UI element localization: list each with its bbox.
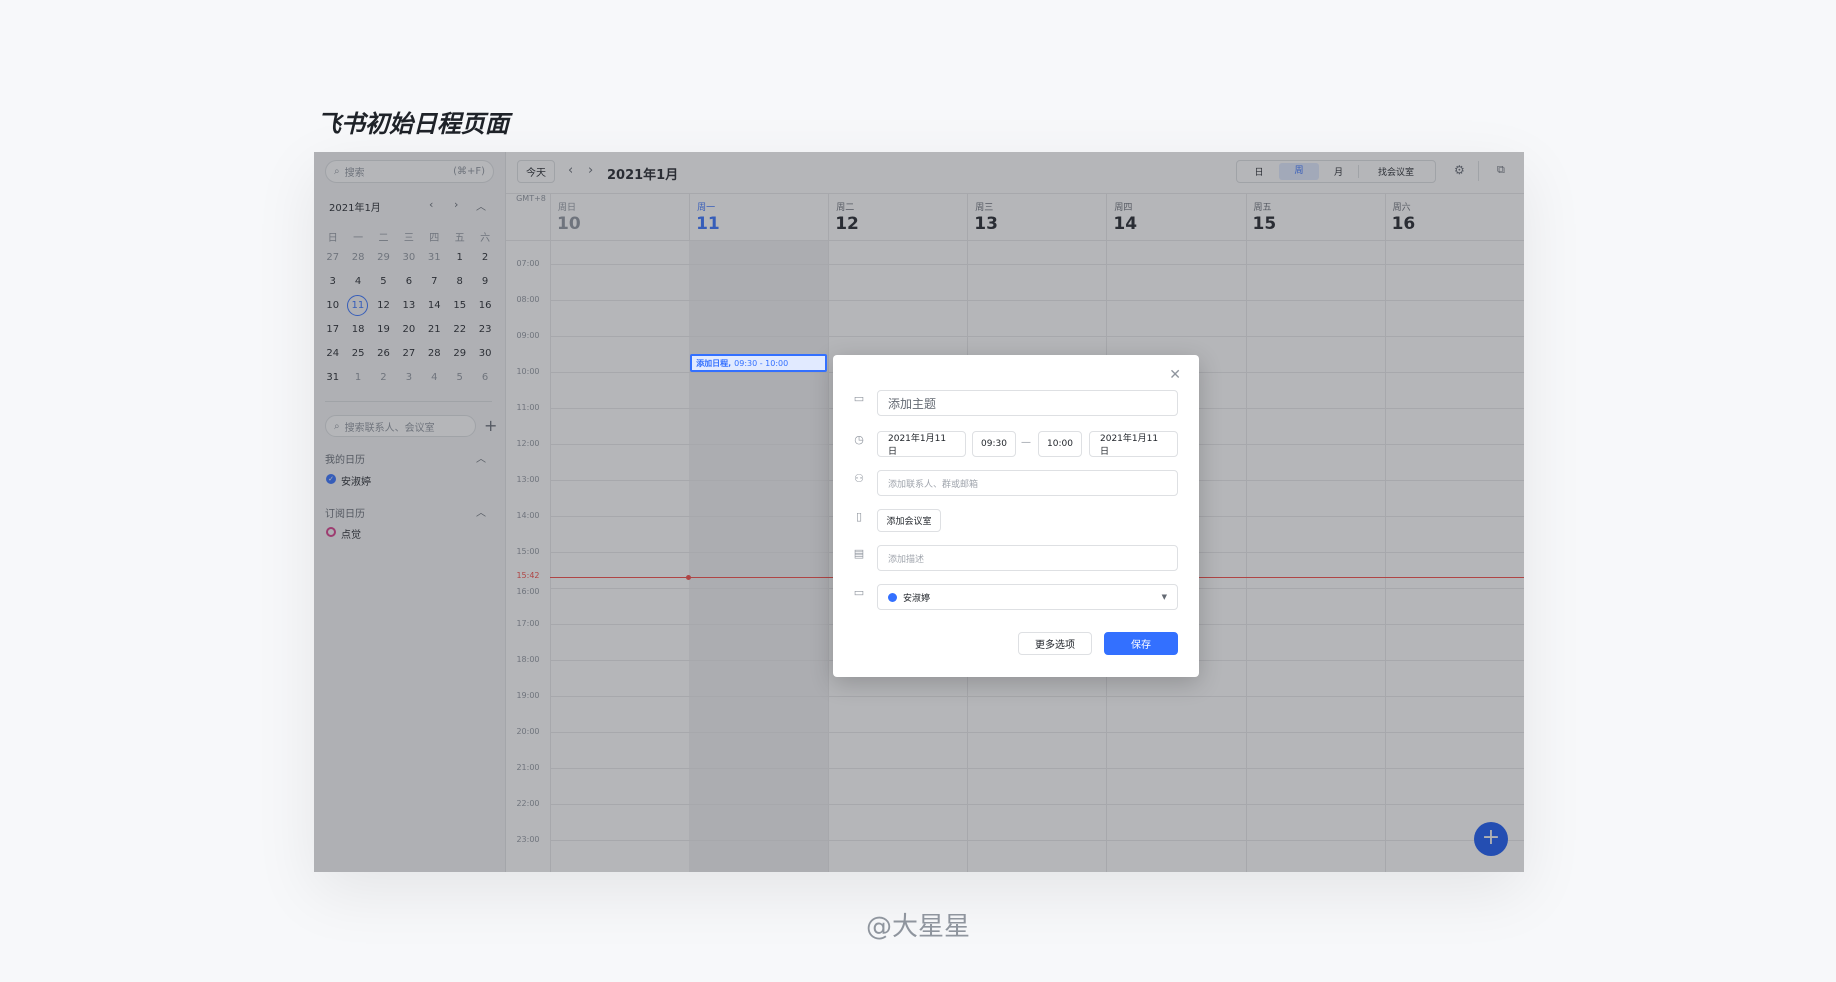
clock-icon: ◷ xyxy=(854,433,864,446)
meeting-room-icon: ▯ xyxy=(855,510,863,523)
start-time-input[interactable]: 09:30 xyxy=(972,431,1016,457)
save-button[interactable]: 保存 xyxy=(1104,632,1178,655)
subject-icon: ▭ xyxy=(853,392,865,405)
subject-input[interactable]: 添加主题 xyxy=(877,390,1178,416)
author-credit: @大星星 xyxy=(865,912,970,942)
attendees-icon: ⚇ xyxy=(854,472,864,485)
calendar-select[interactable]: 安淑婷 ▼ xyxy=(877,584,1178,610)
start-date-input[interactable]: 2021年1月11日 xyxy=(877,431,966,457)
attendees-input[interactable]: 添加联系人、群或邮箱 xyxy=(877,470,1178,496)
close-icon[interactable]: ✕ xyxy=(1169,367,1181,383)
calendar-app: ⌕ 搜索 (⌘+F) 2021年1月 ‹ › ︿ 日一二三四五六 27 28 29 30 31… xyxy=(314,152,1524,872)
time-separator: — xyxy=(1021,437,1031,448)
end-date-input[interactable]: 2021年1月11日 xyxy=(1089,431,1178,457)
event-create-modal: ✕ ▭ 添加主题 ◷ 2021年1月11日 09:30 — 10:00 2021… xyxy=(833,355,1199,677)
event-time: 09:30 - 10:00 xyxy=(734,359,789,368)
calendar-select-value: 安淑婷 xyxy=(903,593,931,604)
page-title: 飞书初始日程页面 xyxy=(317,110,509,138)
event-title: 添加日程, xyxy=(696,359,732,368)
create-event-fab[interactable]: + xyxy=(1474,822,1508,856)
end-time-input[interactable]: 10:00 xyxy=(1038,431,1082,457)
calendar-icon: ▭ xyxy=(853,586,865,599)
new-event-block[interactable]: 添加日程, 09:30 - 10:00 xyxy=(690,354,828,372)
description-icon: ▤ xyxy=(853,547,865,560)
more-options-button[interactable]: 更多选项 xyxy=(1018,632,1092,655)
chevron-down-icon: ▼ xyxy=(1161,593,1167,601)
description-input[interactable]: 添加描述 xyxy=(877,545,1178,571)
add-room-button[interactable]: 添加会议室 xyxy=(877,509,941,532)
calendar-color-dot xyxy=(888,592,897,602)
